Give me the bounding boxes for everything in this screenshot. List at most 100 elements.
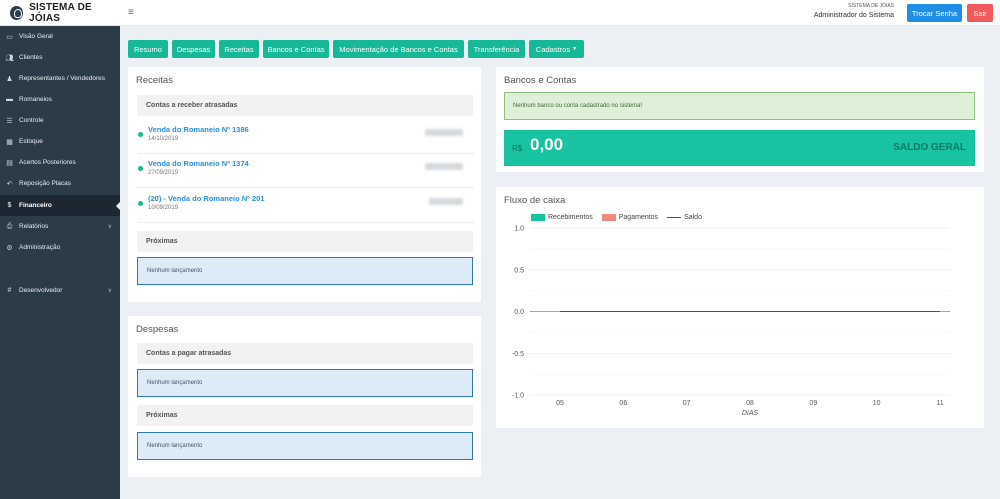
despesas-title: Despesas [136,324,179,335]
status-dot [138,201,143,206]
despesas-upcoming-heading: Próximas [137,405,473,426]
chevron-down-icon: ∨ [107,288,112,294]
user-name: Administrador do Sistema [813,12,894,19]
x-tick-label: 06 [619,400,627,407]
dollar-icon: $ [7,202,12,209]
chevron-down-icon: ∨ [107,224,112,230]
currency-symbol: R$ [512,144,523,153]
sidebar-item-desenvolvedor[interactable]: # Desenvolvedor ∨ [0,280,120,301]
gear-icon: ⚙ [6,244,13,252]
fluxo-title: Fluxo de caixa [504,195,566,206]
tab-despesas[interactable]: Despesas [172,40,215,58]
tab-cadastros-dropdown[interactable]: Cadastros ▼ [529,40,584,58]
x-tick-label: 11 [936,400,943,407]
legend-label: Recebimentos [548,214,593,221]
legend-label: Saldo [684,214,702,221]
sidebar-item-estoque[interactable]: ▦ Estoque [0,131,120,152]
x-tick-label: 05 [556,400,564,407]
blurred-amount [425,129,463,136]
sidebar-item-romaneios[interactable]: ▬ Romaneios [0,89,120,110]
empty-message: Nenhum lançamento [137,432,473,460]
balance-label: SALDO GERAL [893,142,966,153]
fluxo-panel: 1.0 0.5 0.0 -0.5 -1.0 05 06 07 08 09 10 11 DIAS Flux… [496,187,984,428]
sidebar-item-label: Relatórios [19,223,49,230]
briefcase-icon: ▬ [6,96,13,103]
list-icon: ☰ [6,117,13,125]
receivable-link[interactable]: Venda do Romaneio Nº 1386 [148,125,249,134]
sidebar-item-acertos[interactable]: ▤ Acertos Posteriores [0,152,120,173]
bancos-panel: Bancos e Contas Nenhum banco ou conta ca… [496,67,984,172]
status-dot [138,166,143,171]
brand-name: SISTEMA DE JÓIAS [29,2,92,24]
sidebar-item-label: Controle [19,117,44,124]
list-item[interactable]: (20) - Venda do Romaneio Nº 201 10/09/20… [137,190,473,223]
balance-value: 0,00 [530,135,564,154]
x-tick-label: 10 [873,400,881,407]
tab-receitas[interactable]: Receitas [219,40,259,58]
sidebar-item-label: Visão Geral [19,33,53,40]
empty-message: Nenhum lançamento [137,257,473,285]
sidebar-item-relatorios[interactable]: ⎙ Relatórios ∨ [0,216,120,237]
bancos-title: Bancos e Contas [504,75,577,86]
sidebar-item-financeiro[interactable]: $ Financeiro [0,195,120,216]
legend-item-pagamentos[interactable]: Pagamentos [601,214,658,221]
receivable-date: 10/09/2019 [148,205,179,211]
x-tick-label: 07 [683,400,691,407]
users-icon: 👥︎ [5,54,14,62]
user-info: SISTEMA DE JÓIAS Administrador do Sistem… [813,4,894,20]
top-header: SISTEMA DE JÓIAS ≡ SISTEMA DE JÓIAS Admi… [0,0,1000,26]
list-item[interactable]: Venda do Romaneio Nº 1386 14/10/2019 [137,121,473,154]
tab-bancos-contas[interactable]: Bancos e Contas [263,40,329,58]
brand[interactable]: SISTEMA DE JÓIAS [0,0,120,26]
hash-icon: # [7,287,12,294]
tab-transferencia[interactable]: Transferência [468,40,525,58]
undo-icon: ↶ [6,180,13,188]
tab-cadastros-label: Cadastros [535,44,571,54]
receitas-panel: Receitas Contas a receber atrasadas Vend… [128,67,481,302]
change-password-button[interactable]: Trocar Senha [907,4,962,22]
caret-down-icon: ▼ [572,46,578,52]
sidebar-item-label: Acertos Posteriores [19,159,76,166]
sidebar-item-reposicao[interactable]: ↶ Reposição Placas [0,173,120,194]
sidebar-item-label: Representantes / Vendedores [19,75,106,82]
receivable-link[interactable]: Venda do Romaneio Nº 1374 [148,159,249,168]
list-item[interactable]: Venda do Romaneio Nº 1374 27/09/2019 [137,155,473,188]
sidebar-item-label: Clientes [19,54,43,61]
receivable-link[interactable]: (20) - Venda do Romaneio Nº 201 [148,194,265,203]
logo-icon [10,6,24,20]
sidebar-item-representantes[interactable]: ♟ Representantes / Vendedores [0,68,120,89]
sidebar-item-controle[interactable]: ☰ Controle [0,110,120,131]
chart-legend: Recebimentos Pagamentos Saldo [531,214,711,221]
sidebar-item-administracao[interactable]: ⚙ Administração [0,237,120,258]
x-tick-label: 09 [809,400,817,407]
despesas-panel: Despesas Contas a pagar atrasadas Nenhum… [128,316,481,477]
sidebar-item-label: Romaneios [19,96,52,103]
x-tick-label: 08 [746,400,754,407]
menu-toggle-icon[interactable]: ≡ [128,7,134,18]
receitas-title: Receitas [136,75,173,86]
y-tick-label: 0.0 [514,309,524,316]
sidebar-item-label: Financeiro [19,202,52,209]
sidebar-item-label: Administração [19,244,61,251]
legend-swatch [601,214,616,221]
blurred-amount [425,163,463,170]
receivable-date: 14/10/2019 [148,136,179,142]
sidebar-item-visao-geral[interactable]: ▭ Visão Geral [0,26,120,47]
logout-button[interactable]: Sair [967,4,993,22]
tab-movimentacao[interactable]: Movimentação de Bancos e Contas [333,40,464,58]
no-accounts-alert: Nenhum banco ou conta cadastrado no sist… [504,92,975,120]
legend-line [667,217,682,218]
sidebar-item-label: Desenvolvedor [19,287,63,294]
sidebar: ▭ Visão Geral 👥︎ Clientes ♟ Representant… [0,26,120,499]
y-tick-label: -0.5 [512,351,524,358]
tab-resumo[interactable]: Resumo [128,40,168,58]
print-icon: ⎙ [6,222,13,230]
status-dot [138,132,143,137]
empty-message: Nenhum lançamento [137,369,473,397]
cashflow-chart: 1.0 0.5 0.0 -0.5 -1.0 05 06 07 08 09 10 11 DIAS [512,226,950,417]
sidebar-item-clientes[interactable]: 👥︎ Clientes [0,47,120,68]
receitas-overdue-heading: Contas a receber atrasadas [137,95,473,116]
legend-item-recebimentos[interactable]: Recebimentos [531,214,593,221]
user-tie-icon: ♟ [6,75,13,83]
legend-item-saldo[interactable]: Saldo [667,214,702,221]
